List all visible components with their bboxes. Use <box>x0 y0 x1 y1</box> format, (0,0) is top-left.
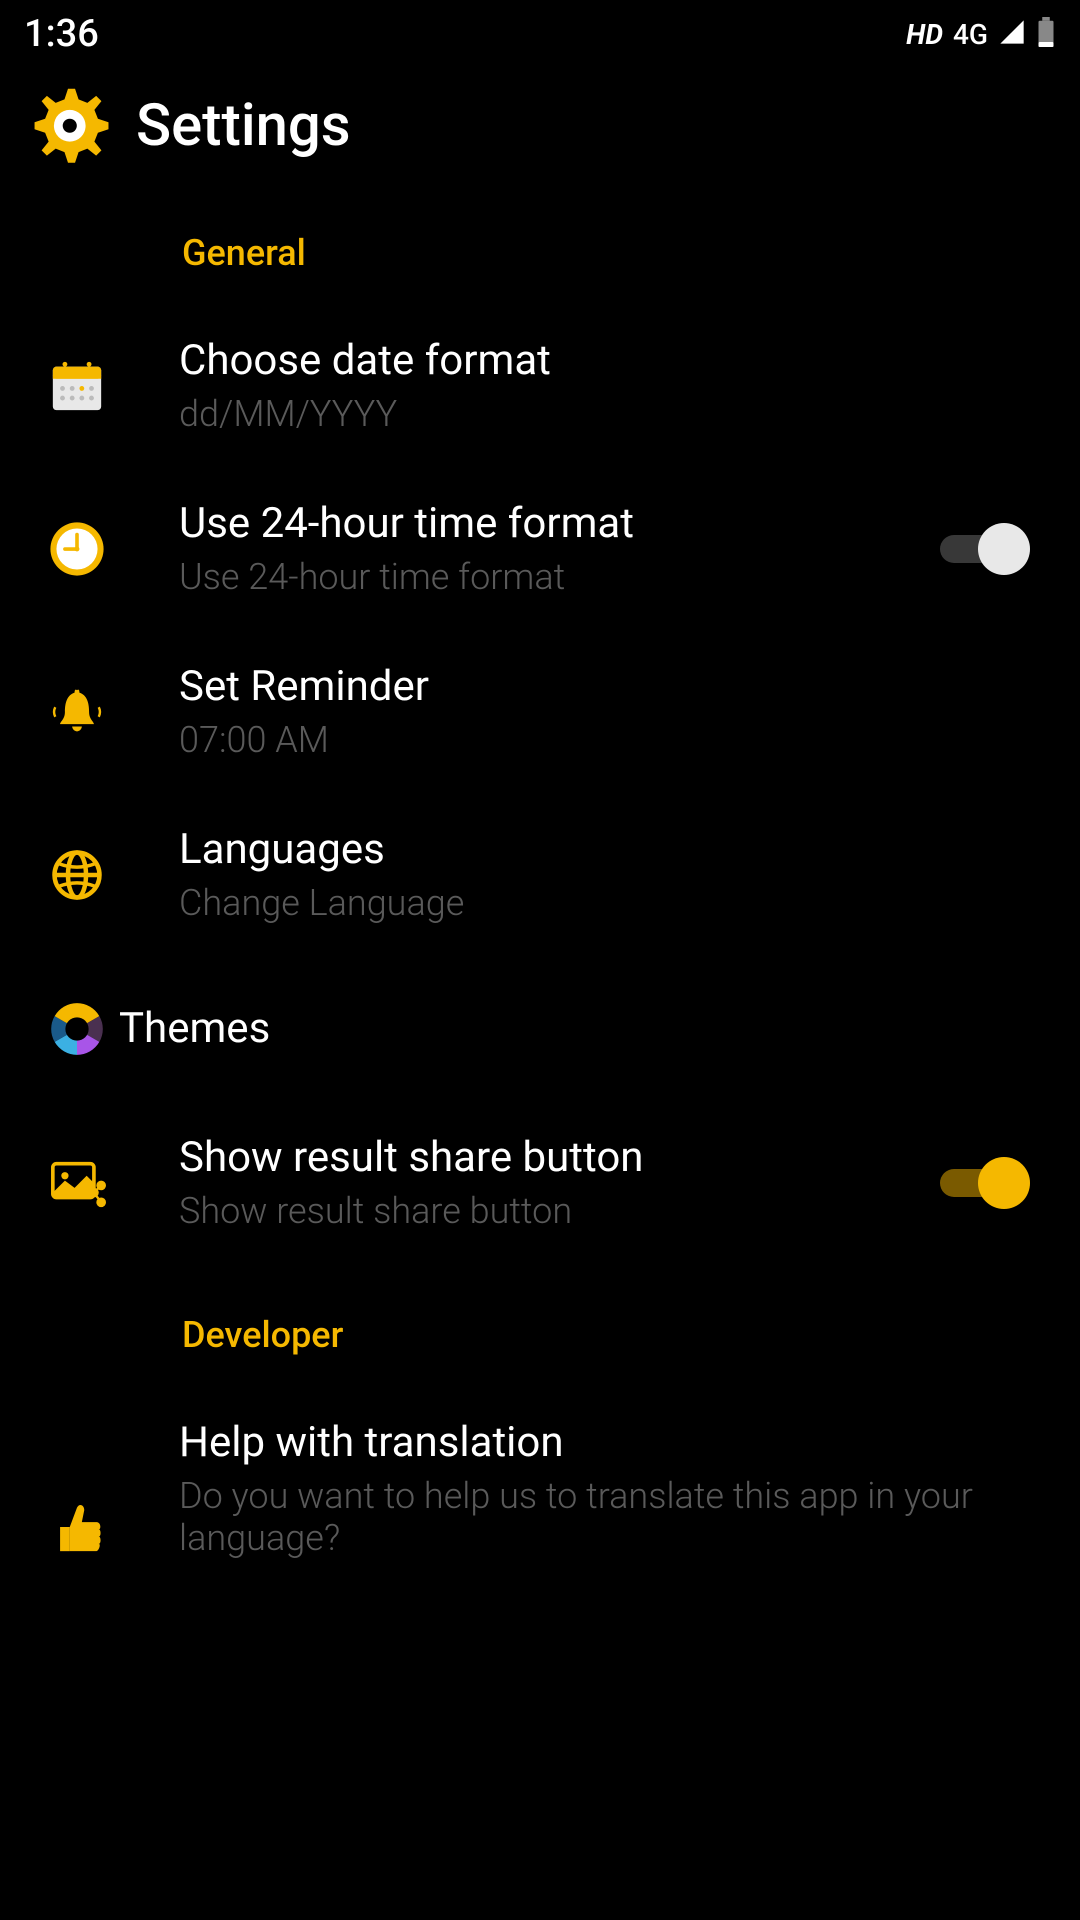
network-indicator: 4G <box>953 18 988 51</box>
status-bar: 1:36 HD 4G <box>0 0 1080 60</box>
page-title: Settings <box>136 92 351 160</box>
setting-subtitle: Show result share button <box>179 1190 940 1232</box>
gear-icon <box>24 80 112 172</box>
battery-icon <box>1036 17 1056 51</box>
hd-indicator: HD <box>906 18 943 51</box>
status-indicators: HD 4G <box>906 17 1056 51</box>
setting-title: Languages <box>179 825 1030 874</box>
setting-title: Help with translation <box>179 1418 1030 1467</box>
setting-languages[interactable]: Languages Change Language <box>0 793 1080 956</box>
section-header-general: General <box>0 212 1080 304</box>
share-button-toggle[interactable] <box>940 1157 1030 1209</box>
setting-title: Choose date format <box>179 336 1030 385</box>
setting-translation[interactable]: Help with translation Do you want to hel… <box>0 1386 1080 1591</box>
calendar-icon <box>45 354 109 418</box>
setting-reminder[interactable]: Set Reminder 07:00 AM <box>0 630 1080 793</box>
setting-title: Set Reminder <box>179 662 1030 711</box>
setting-date-format[interactable]: Choose date format dd/MM/YYYY <box>0 304 1080 467</box>
setting-subtitle: dd/MM/YYYY <box>179 393 1030 435</box>
setting-share-button[interactable]: Show result share button Show result sha… <box>0 1101 1080 1264</box>
bell-icon <box>45 680 109 744</box>
image-share-icon <box>45 1151 109 1215</box>
setting-title: Use 24-hour time format <box>179 499 940 548</box>
setting-themes[interactable]: Themes <box>0 956 1080 1101</box>
thumbs-up-icon <box>45 1495 109 1559</box>
time-format-toggle[interactable] <box>940 523 1030 575</box>
section-header-developer: Developer <box>0 1264 1080 1386</box>
setting-time-format[interactable]: Use 24-hour time format Use 24-hour time… <box>0 467 1080 630</box>
setting-title: Show result share button <box>179 1133 940 1182</box>
page-header: Settings <box>0 60 1080 212</box>
globe-icon <box>45 843 109 907</box>
setting-subtitle: Use 24-hour time format <box>179 556 940 598</box>
setting-subtitle: Do you want to help us to translate this… <box>179 1475 1030 1559</box>
setting-subtitle: Change Language <box>179 882 1030 924</box>
setting-title: Themes <box>119 1004 1030 1053</box>
clock-icon <box>45 517 109 581</box>
color-wheel-icon <box>45 997 109 1061</box>
setting-subtitle: 07:00 AM <box>179 719 1030 761</box>
signal-icon <box>998 18 1026 50</box>
status-time: 1:36 <box>24 12 99 56</box>
